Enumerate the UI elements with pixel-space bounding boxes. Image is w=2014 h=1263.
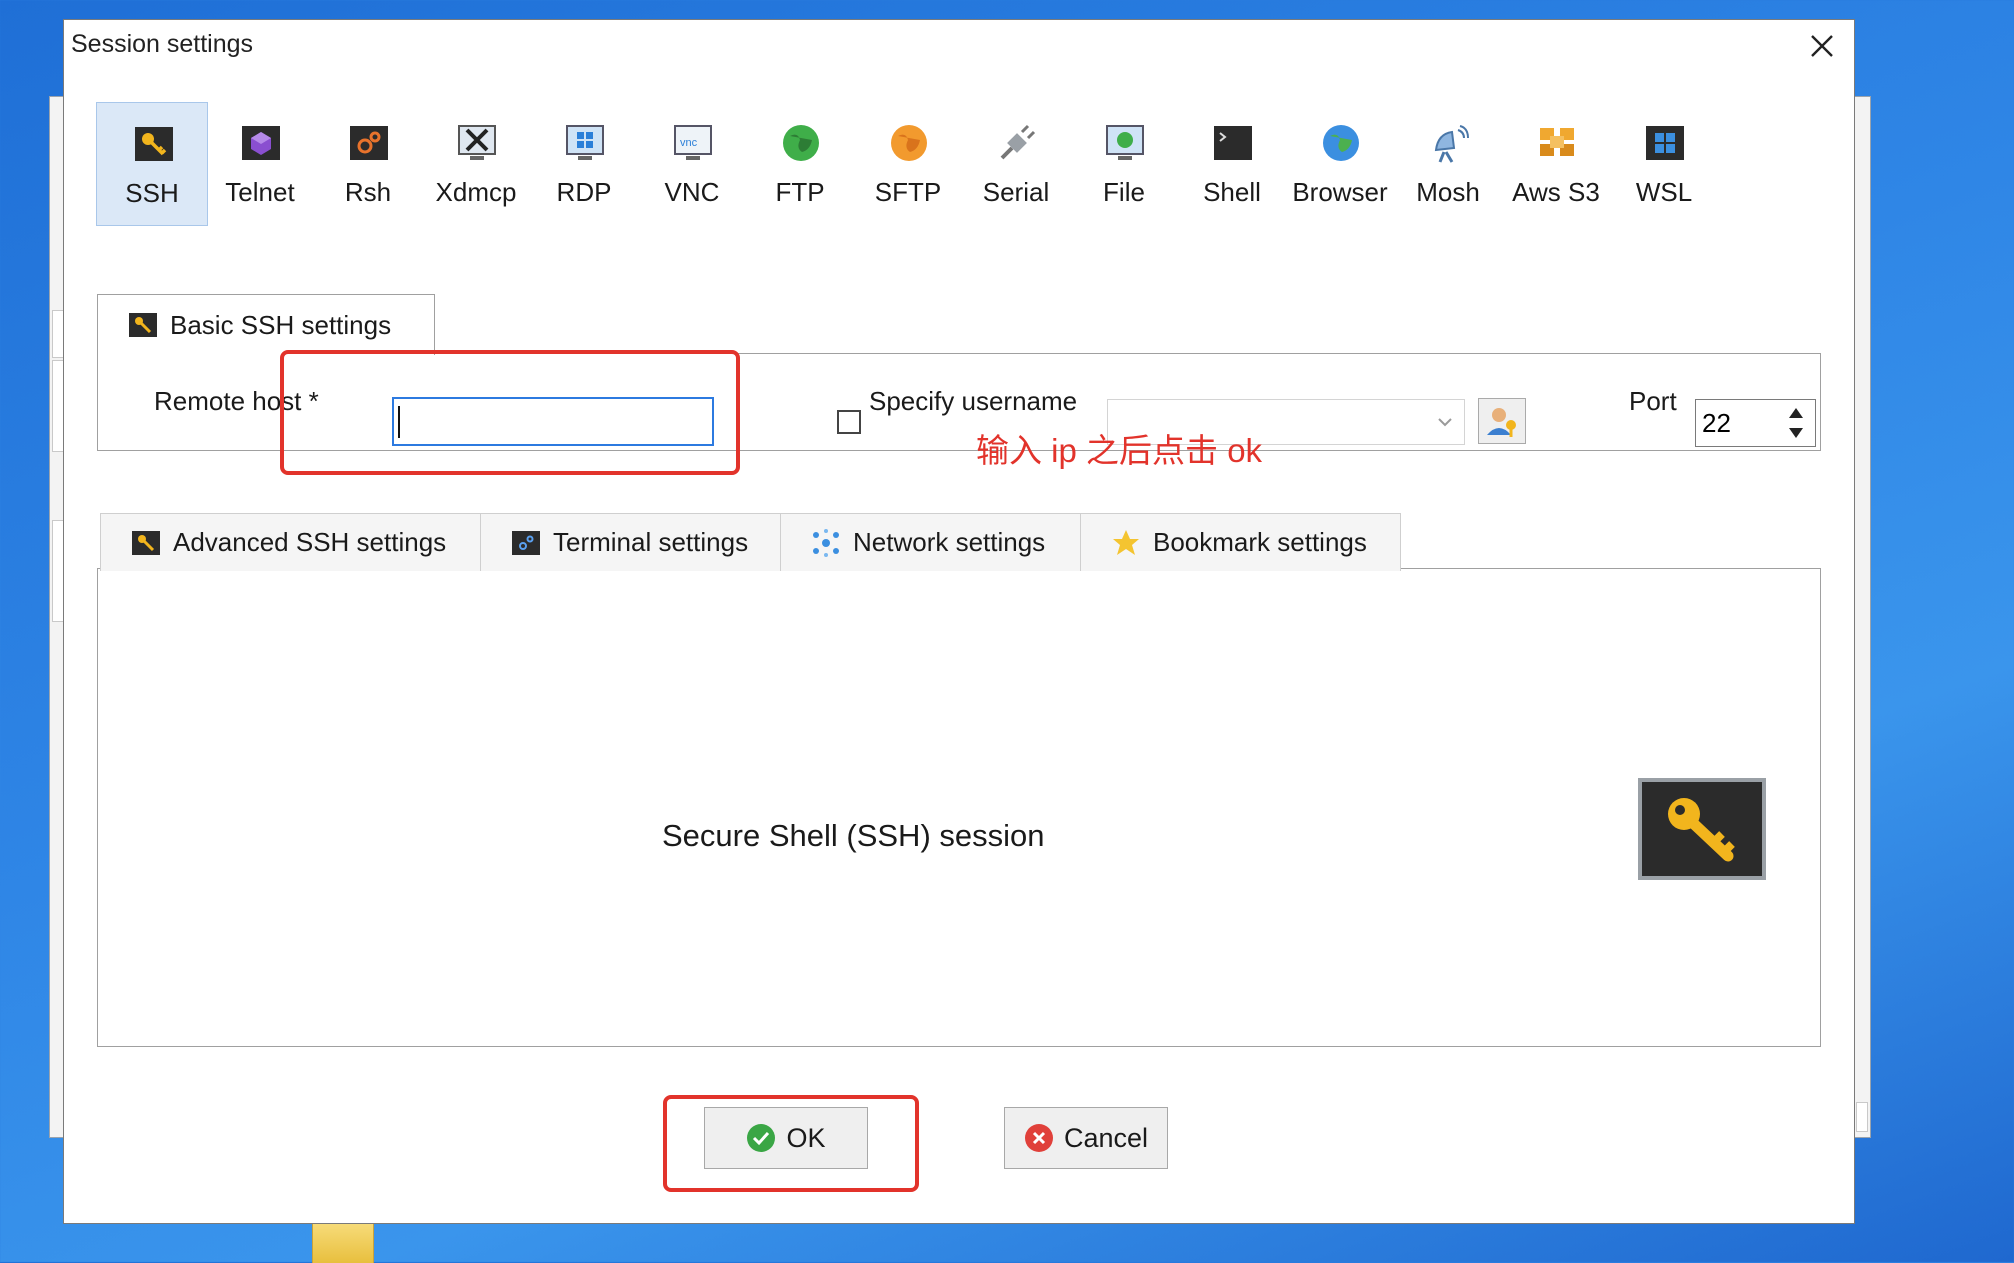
- star-icon: [1113, 529, 1139, 555]
- session-type-label: WSL: [1635, 177, 1693, 207]
- dialog-title: Session settings: [71, 30, 254, 58]
- tab-advanced-ssh-settings[interactable]: Advanced SSH settings: [100, 513, 481, 571]
- session-type-label: VNC: [664, 177, 720, 207]
- mosh-antenna-icon: [1434, 125, 1469, 163]
- tab-terminal-settings[interactable]: Terminal settings: [480, 513, 781, 571]
- close-button[interactable]: [1802, 26, 1842, 66]
- session-description: Secure Shell (SSH) session: [662, 818, 1045, 853]
- wsl-windows-icon: [1646, 126, 1684, 160]
- vnc-icon: vnc: [674, 125, 712, 160]
- tab-label: Advanced SSH settings: [173, 527, 447, 557]
- sftp-globe-icon: [891, 125, 927, 161]
- session-type-browser[interactable]: Browser: [1284, 102, 1396, 226]
- session-type-label: Rsh: [344, 177, 392, 207]
- session-type-label: FTP: [775, 177, 825, 207]
- cancel-label: Cancel: [1063, 1122, 1149, 1153]
- ssh-key-large-icon: [1638, 778, 1766, 880]
- session-settings-dialog: Session settings SSH Telnet Rsh Xdmcp RD…: [63, 19, 1855, 1224]
- session-type-label: Xdmcp: [435, 177, 517, 207]
- telnet-icon: [242, 126, 280, 160]
- rsh-icon: [350, 126, 388, 160]
- session-type-label: Aws S3: [1512, 177, 1600, 207]
- session-type-sftp[interactable]: SFTP: [852, 102, 964, 226]
- session-type-bar: SSH Telnet Rsh Xdmcp RDP vnc VNC FTP SFT…: [96, 102, 1816, 232]
- session-type-rdp[interactable]: RDP: [528, 102, 640, 226]
- session-type-shell[interactable]: Shell: [1176, 102, 1288, 226]
- terminal-icon: [512, 530, 540, 555]
- spin-up-icon[interactable]: [1787, 406, 1805, 420]
- svg-text:vnc: vnc: [680, 137, 698, 149]
- tab-label: Basic SSH settings: [170, 309, 392, 340]
- session-type-aws-s3[interactable]: Aws S3: [1500, 102, 1612, 226]
- desktop-folder-icon: [312, 1222, 374, 1263]
- rdp-icon: [566, 125, 604, 160]
- tab-label: Network settings: [853, 527, 1046, 557]
- key-icon: [1668, 798, 1735, 862]
- port-stepper[interactable]: 22: [1695, 399, 1816, 447]
- ftp-globe-icon: [783, 125, 819, 161]
- network-icon: [813, 528, 839, 557]
- tab-network-settings[interactable]: Network settings: [780, 513, 1081, 571]
- session-type-rsh[interactable]: Rsh: [312, 102, 424, 226]
- session-type-ftp[interactable]: FTP: [744, 102, 856, 226]
- annotation-text: 输入 ip 之后点击 ok: [976, 432, 1263, 469]
- session-type-label: Mosh: [1416, 177, 1480, 207]
- session-type-telnet[interactable]: Telnet: [204, 102, 316, 226]
- tab-bookmark-settings[interactable]: Bookmark settings: [1080, 513, 1401, 571]
- browser-globe-icon: [1323, 125, 1359, 161]
- specify-username-checkbox[interactable]: [837, 410, 861, 434]
- ssh-key-icon: [132, 530, 160, 555]
- tab-label: Terminal settings: [553, 527, 749, 557]
- session-type-label: Shell: [1203, 177, 1261, 207]
- tab-basic-ssh-settings[interactable]: Basic SSH settings: [97, 294, 435, 355]
- ssh-key-icon: [129, 313, 157, 337]
- session-type-vnc[interactable]: vnc VNC: [636, 102, 748, 226]
- session-type-label: SSH: [125, 178, 179, 208]
- annotation-highlight-host: [280, 350, 740, 475]
- session-type-serial[interactable]: Serial: [960, 102, 1072, 226]
- serial-plug-icon: [1000, 124, 1036, 160]
- background-strip: [1856, 1102, 1868, 1132]
- session-type-label: SFTP: [874, 177, 942, 207]
- session-type-label: RDP: [556, 177, 612, 207]
- advanced-settings-panel: [97, 568, 1821, 1047]
- user-icon: [1487, 408, 1516, 437]
- tab-label: Bookmark settings: [1153, 527, 1367, 557]
- xdmcp-icon: [458, 125, 496, 160]
- ssh-key-icon: [135, 127, 173, 161]
- aws-cubes-icon: [1540, 128, 1574, 156]
- session-type-file[interactable]: File: [1068, 102, 1180, 226]
- session-type-label: Telnet: [225, 177, 295, 207]
- port-value[interactable]: 22: [1702, 408, 1731, 439]
- session-type-wsl[interactable]: WSL: [1608, 102, 1720, 226]
- cancel-circle-icon: [1024, 1124, 1053, 1152]
- spin-down-icon[interactable]: [1787, 426, 1805, 440]
- chevron-down-icon: [1438, 418, 1452, 427]
- session-type-label: File: [1103, 177, 1145, 207]
- close-icon: [1811, 35, 1833, 57]
- session-type-label: Browser: [1292, 177, 1388, 207]
- port-label: Port: [1629, 386, 1677, 416]
- user-manager-button[interactable]: [1478, 398, 1526, 444]
- cancel-button[interactable]: Cancel: [1004, 1107, 1168, 1169]
- session-type-ssh[interactable]: SSH: [96, 102, 208, 226]
- file-monitor-icon: [1106, 125, 1144, 160]
- session-type-xdmcp[interactable]: Xdmcp: [420, 102, 532, 226]
- annotation-highlight-ok: [663, 1095, 919, 1192]
- session-type-label: Serial: [982, 177, 1050, 207]
- session-type-mosh[interactable]: Mosh: [1392, 102, 1504, 226]
- specify-username-label[interactable]: Specify username: [869, 386, 1077, 417]
- shell-terminal-icon: [1214, 126, 1252, 160]
